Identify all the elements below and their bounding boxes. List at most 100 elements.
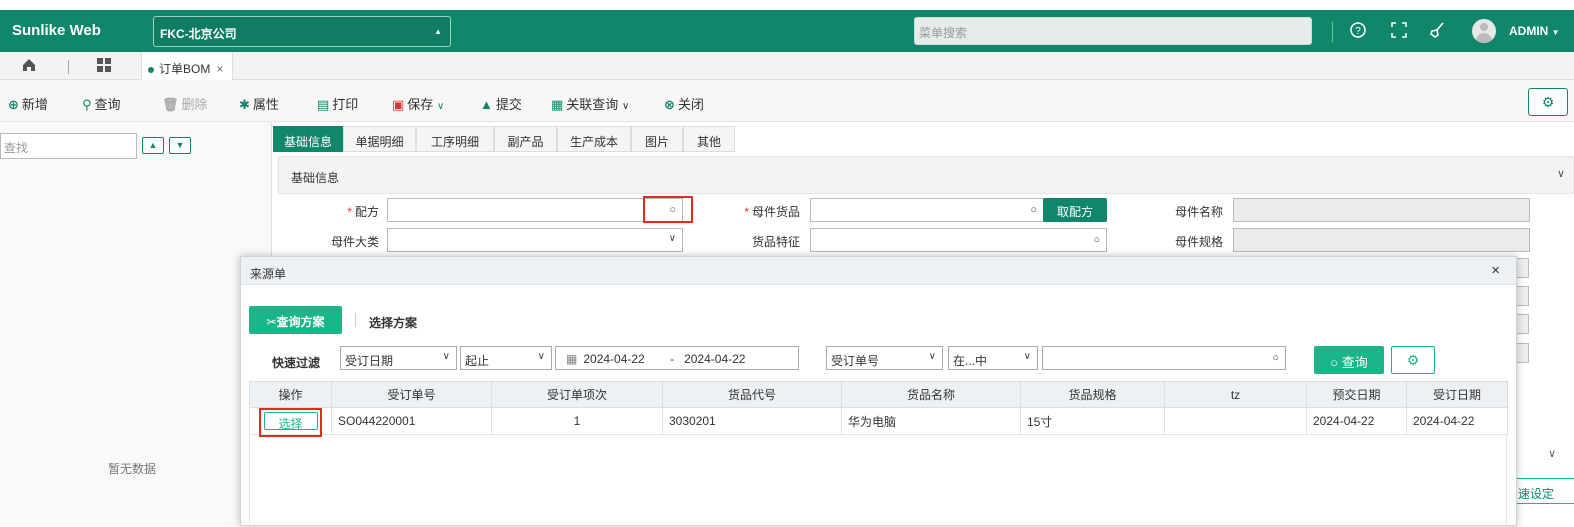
tab-doc-detail[interactable]: 单据明细 (343, 126, 416, 152)
left-tree-pane: 查找 ▲ ▼ 暂无数据 (0, 122, 272, 526)
parent-category-select[interactable]: ∨ (387, 228, 683, 252)
chevron-down-icon[interactable]: ∨ (1557, 167, 1565, 180)
delivery-date-cell: 2024-04-22 (1306, 407, 1407, 435)
basic-info-section-header[interactable]: 基础信息 ∨ (278, 156, 1574, 194)
dialog-header: 来源单 × (241, 257, 1516, 285)
order-no-cell: SO044220001 (331, 407, 492, 435)
chevron-down-icon: ∨ (621, 101, 630, 112)
filter-field-select[interactable]: 受订日期 ∨ (340, 346, 457, 370)
tab-by-product[interactable]: 副产品 (494, 126, 557, 152)
formula-input[interactable]: ○ (387, 198, 683, 222)
gear-icon: ✱ (239, 97, 250, 112)
chevron-down-icon: ∨ (442, 351, 450, 362)
save-button[interactable]: ▣ 保存 ∨ (392, 94, 444, 113)
goods-feature-input[interactable]: ○ (810, 228, 1107, 252)
find-input[interactable]: 查找 (0, 133, 137, 159)
floppy-icon: ▣ (392, 97, 405, 112)
arrow-down-button[interactable]: ▼ (169, 137, 191, 154)
formula-label: * 配方 (347, 205, 379, 219)
col-order-date[interactable]: 受订日期 (1406, 381, 1508, 408)
query-button[interactable]: ⚲ 查询 (82, 94, 121, 113)
print-button[interactable]: ▤ 打印 (317, 94, 358, 113)
col-action: 操作 (249, 381, 332, 408)
menu-search-input[interactable]: 菜单搜索 (914, 17, 1312, 45)
brand-logo: Sunlike Web (12, 22, 101, 39)
search-icon: ○ (1330, 355, 1339, 370)
tab-basic-info[interactable]: 基础信息 (273, 126, 343, 152)
table-row[interactable]: 选择 SO044220001 1 3030201 华为电脑 15寸 2024-0… (249, 407, 1508, 435)
active-dot-icon (148, 66, 154, 73)
search-icon[interactable]: ○ (1030, 204, 1037, 216)
tab-order-bom[interactable]: 订单BOM × (141, 52, 233, 80)
dialog-query-button[interactable]: ○ 查询 (1314, 346, 1384, 374)
help-icon[interactable]: ? (1348, 21, 1368, 41)
parent-name-label: 母件名称 (1174, 205, 1223, 219)
calendar-icon: ▦ (566, 352, 578, 366)
related-query-button[interactable]: ▦ 关联查询 ∨ (551, 94, 629, 113)
grid-icon[interactable] (97, 58, 111, 75)
properties-button[interactable]: ✱ 属性 (239, 94, 279, 113)
user-menu[interactable]: ADMIN ▼ (1509, 24, 1560, 38)
tab-production-cost[interactable]: 生产成本 (557, 126, 631, 152)
company-selector[interactable]: FKC-北京公司 ▲ (153, 16, 451, 47)
op2-select[interactable]: 在...中 ∨ (948, 346, 1038, 370)
new-button[interactable]: ⊕ 新增 (8, 94, 48, 113)
filter-op-select[interactable]: 起止 ∨ (460, 346, 552, 370)
col-goods-name[interactable]: 货品名称 (841, 381, 1021, 408)
quick-filter-label: 快速过滤 (272, 356, 321, 370)
select-plan-tab[interactable]: 选择方案 (369, 314, 417, 331)
parent-name-input[interactable] (1233, 198, 1530, 222)
goods-feature-label: 货品特征 (751, 235, 800, 249)
value2-input[interactable]: ○ (1042, 346, 1286, 370)
tab-bar: 订单BOM × (0, 52, 1574, 80)
search-icon: ○ (1272, 352, 1279, 364)
fetch-formula-button[interactable]: 取配方 (1043, 198, 1107, 222)
parent-category-label: 母件大类 (330, 235, 379, 249)
home-icon[interactable] (22, 58, 36, 75)
chevron-down-icon: ∨ (436, 101, 445, 112)
fullscreen-icon[interactable] (1389, 21, 1409, 41)
submit-button[interactable]: ▲ 提交 (480, 94, 522, 113)
highlight-box (259, 408, 322, 437)
divider (68, 60, 69, 74)
hidden-field-stub (1517, 343, 1529, 363)
dialog-settings-gear-icon[interactable]: ⚙ (1391, 346, 1435, 374)
toolbar: ⊕ 新增 ⚲ 查询 🗑 删除 ✱ 属性 ▤ 打印 ▣ 保存 ∨ ▲ 提交 ▦ 关联查询 ∨ ⊗ 关… (0, 80, 1574, 122)
plus-circle-icon: ⊕ (8, 97, 19, 112)
col-tz[interactable]: tz (1164, 381, 1307, 408)
order-date-cell: 2024-04-22 (1406, 407, 1508, 435)
query-plan-button[interactable]: ✂查询方案 (249, 306, 342, 334)
tab-other[interactable]: 其他 (683, 126, 735, 152)
search-icon[interactable]: ○ (1093, 234, 1100, 246)
col-item-no[interactable]: 受订单项次 (491, 381, 663, 408)
close-icon[interactable]: × (1491, 262, 1500, 279)
divider (355, 313, 356, 327)
date-range-input[interactable]: ▦ 2024-04-22 -2024-04-22 (555, 346, 799, 370)
hidden-field-stub (1517, 286, 1529, 306)
search-icon: ⚲ (82, 97, 92, 112)
parent-goods-input[interactable]: ○ (810, 198, 1044, 222)
chevron-down-icon[interactable]: ∨ (1548, 447, 1556, 460)
arrow-up-button[interactable]: ▲ (142, 137, 164, 154)
close-button[interactable]: ⊗ 关闭 (664, 94, 704, 113)
goods-spec-cell: 15寸 (1020, 407, 1165, 435)
field2-select[interactable]: 受订单号 ∨ (826, 346, 943, 370)
chevron-down-icon: ∨ (928, 351, 936, 362)
section-title: 基础信息 (291, 171, 340, 185)
col-delivery-date[interactable]: 预交日期 (1306, 381, 1407, 408)
col-goods-code[interactable]: 货品代号 (662, 381, 842, 408)
tab-process-detail[interactable]: 工序明细 (416, 126, 494, 152)
close-tab-icon[interactable]: × (216, 62, 223, 76)
source-doc-dialog: 来源单 × ✂查询方案 选择方案 快速过滤 受订日期 ∨ 起止 ∨ ▦ 2024-04… (240, 256, 1517, 527)
col-goods-spec[interactable]: 货品规格 (1020, 381, 1165, 408)
toolbar-settings-gear-icon[interactable]: ⚙ (1528, 88, 1568, 116)
avatar[interactable] (1472, 19, 1496, 43)
chevron-down-icon: ∨ (668, 233, 676, 244)
tab-images[interactable]: 图片 (631, 126, 683, 152)
source-doc-table: 操作 受订单号 受订单项次 货品代号 货品名称 货品规格 tz 预交日期 受订日… (249, 381, 1508, 435)
delete-button[interactable]: 🗑 删除 (162, 94, 208, 113)
col-order-no[interactable]: 受订单号 (331, 381, 492, 408)
caret-up-icon: ▲ (434, 27, 442, 36)
clean-icon[interactable] (1427, 21, 1447, 41)
parent-spec-input[interactable] (1233, 228, 1530, 252)
